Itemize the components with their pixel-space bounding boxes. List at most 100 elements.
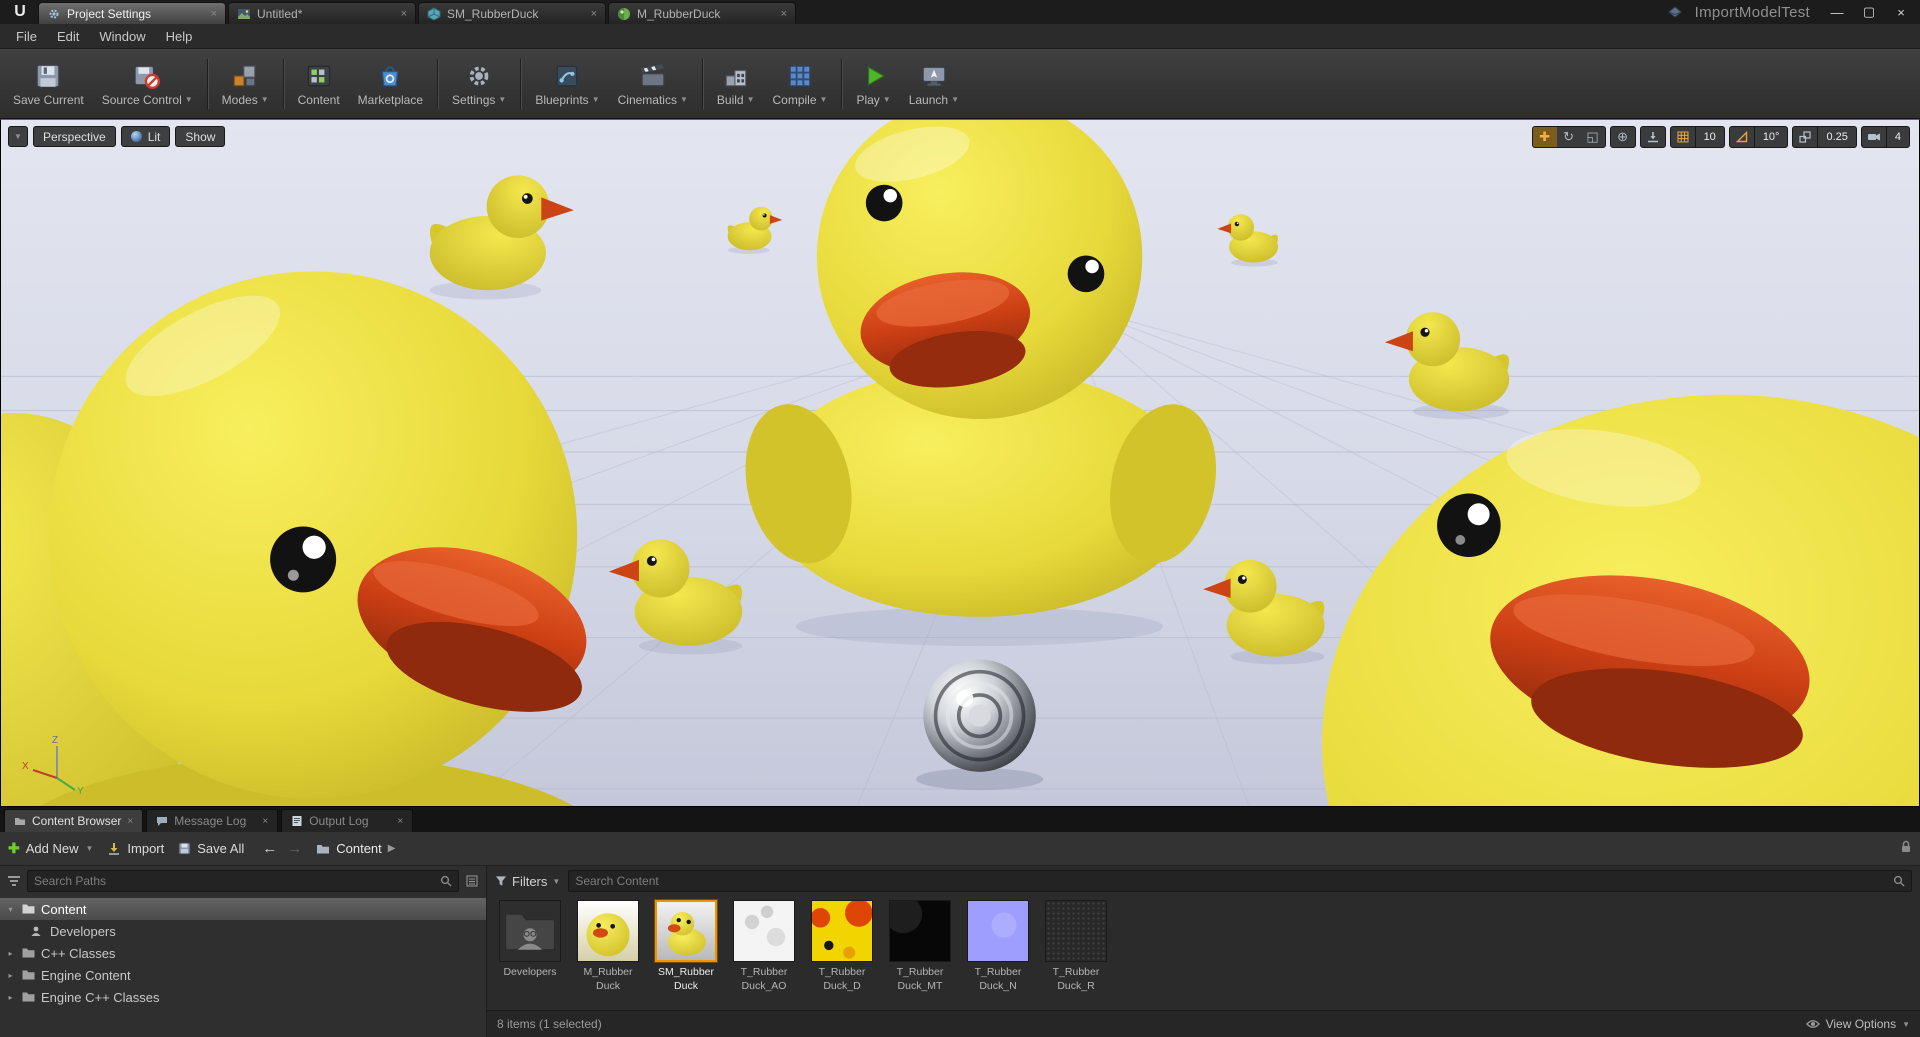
- chevron-down-icon[interactable]: ▼: [261, 95, 269, 104]
- chevron-down-icon[interactable]: ▼: [185, 95, 193, 104]
- chevron-down-icon[interactable]: ▼: [747, 95, 755, 104]
- asset-tile-m-rubberduck[interactable]: M_Rubber Duck: [573, 900, 643, 993]
- tree-item-cpp-classes[interactable]: ▸ C++ Classes: [0, 942, 486, 964]
- build-button[interactable]: Build▼: [708, 58, 764, 110]
- save-current-button[interactable]: Save Current: [4, 58, 93, 110]
- chevron-right-icon[interactable]: ▶: [388, 843, 396, 854]
- menu-help[interactable]: Help: [156, 26, 203, 47]
- source-control-button[interactable]: Source Control▼: [93, 58, 202, 110]
- chevron-down-icon[interactable]: ▼: [820, 95, 828, 104]
- restore-button[interactable]: ▢: [1854, 2, 1884, 22]
- modes-icon: [230, 61, 260, 91]
- tab-content-browser[interactable]: Content Browser ×: [4, 809, 143, 832]
- viewport-options-button[interactable]: ▼: [8, 126, 28, 147]
- layout-icon[interactable]: [1667, 4, 1683, 20]
- chevron-down-icon[interactable]: ▼: [883, 95, 891, 104]
- scale-tool-button[interactable]: ◱: [1581, 127, 1605, 147]
- close-icon[interactable]: ×: [401, 8, 407, 20]
- toolbar-separator: [207, 59, 208, 109]
- chevron-down-icon[interactable]: ▼: [680, 95, 688, 104]
- scale-snap-value[interactable]: 0.25: [1817, 127, 1855, 147]
- launch-button[interactable]: Launch▼: [900, 58, 968, 110]
- settings-button[interactable]: Settings▼: [443, 58, 515, 110]
- close-icon[interactable]: ×: [781, 8, 787, 20]
- world-coordinate-button[interactable]: ⊕: [1611, 127, 1635, 147]
- asset-tile-t-rubberduck-mt[interactable]: T_Rubber Duck_MT: [885, 900, 955, 993]
- show-button[interactable]: Show: [175, 126, 225, 147]
- grid-snap-value[interactable]: 10: [1695, 127, 1724, 147]
- marketplace-icon: [375, 61, 405, 91]
- asset-tile-t-rubberduck-ao[interactable]: T_Rubber Duck_AO: [729, 900, 799, 993]
- lit-mode-button[interactable]: Lit: [121, 126, 171, 147]
- cinematics-button[interactable]: Cinematics▼: [609, 58, 697, 110]
- search-content-input[interactable]: [575, 874, 1889, 888]
- close-icon[interactable]: ×: [262, 816, 268, 827]
- expander-icon[interactable]: ▸: [5, 971, 16, 980]
- import-button[interactable]: Import: [107, 841, 164, 856]
- tree-item-content[interactable]: ▾ Content: [0, 898, 486, 920]
- tree-item-engine-cpp-classes[interactable]: ▸ Engine C++ Classes: [0, 986, 486, 1008]
- camera-speed-value[interactable]: 4: [1886, 127, 1909, 147]
- chevron-down-icon[interactable]: ▼: [592, 95, 600, 104]
- perspective-button[interactable]: Perspective: [33, 126, 116, 147]
- tab-m-rubberduck[interactable]: M_RubberDuck ×: [608, 2, 796, 24]
- search-paths-input[interactable]: [34, 874, 436, 888]
- tree-item-developers[interactable]: Developers: [0, 920, 486, 942]
- close-icon[interactable]: ×: [397, 816, 403, 827]
- viewport-3d-scene[interactable]: [1, 120, 1919, 806]
- close-icon[interactable]: ×: [211, 8, 217, 20]
- button-label: Save Current: [13, 93, 84, 107]
- lit-sphere-icon: [131, 131, 142, 142]
- asset-tile-developers[interactable]: Developers: [495, 900, 565, 980]
- add-new-button[interactable]: ✚ Add New ▼: [8, 840, 93, 857]
- tab-output-log[interactable]: Output Log ×: [281, 809, 413, 832]
- view-options-button[interactable]: View Options ▼: [1806, 1017, 1910, 1031]
- chevron-down-icon[interactable]: ▼: [498, 95, 506, 104]
- asset-tile-t-rubberduck-d[interactable]: T_Rubber Duck_D: [807, 900, 877, 993]
- asset-tile-sm-rubberduck[interactable]: SM_Rubber Duck: [651, 900, 721, 993]
- rotation-snap-value[interactable]: 10°: [1754, 127, 1788, 147]
- modes-button[interactable]: Modes▼: [213, 58, 278, 110]
- filter-lines-icon[interactable]: [6, 873, 22, 889]
- sources-toggle-icon[interactable]: [464, 873, 480, 889]
- translate-tool-button[interactable]: ✚: [1533, 127, 1557, 147]
- play-button[interactable]: Play▼: [847, 58, 899, 110]
- surface-snap-button[interactable]: [1641, 127, 1665, 147]
- tab-project-settings[interactable]: Project Settings ×: [38, 2, 226, 24]
- expander-icon[interactable]: ▸: [5, 993, 16, 1002]
- grid-snap-button[interactable]: [1671, 127, 1695, 147]
- menu-window[interactable]: Window: [89, 26, 155, 47]
- compile-button[interactable]: Compile▼: [764, 58, 837, 110]
- back-arrow-button[interactable]: ←: [262, 840, 277, 857]
- marketplace-button[interactable]: Marketplace: [349, 58, 432, 110]
- forward-arrow-button[interactable]: →: [287, 840, 302, 857]
- menu-edit[interactable]: Edit: [47, 26, 89, 47]
- expander-icon[interactable]: ▸: [5, 949, 16, 958]
- asset-tile-t-rubberduck-r[interactable]: T_Rubber Duck_R: [1041, 900, 1111, 993]
- expander-icon[interactable]: ▾: [5, 905, 16, 914]
- tab-sm-rubberduck[interactable]: SM_RubberDuck ×: [418, 2, 606, 24]
- tab-message-log[interactable]: Message Log ×: [146, 809, 278, 832]
- chevron-down-icon[interactable]: ▼: [951, 95, 959, 104]
- close-button[interactable]: ×: [1886, 2, 1916, 22]
- search-content-box[interactable]: [568, 870, 1912, 892]
- scale-snap-button[interactable]: [1793, 127, 1817, 147]
- tab-level-untitled[interactable]: Untitled* ×: [228, 2, 416, 24]
- path-breadcrumb[interactable]: Content ▶: [316, 841, 395, 856]
- camera-speed-button[interactable]: [1862, 127, 1886, 147]
- save-all-button[interactable]: Save All: [178, 841, 244, 856]
- content-button[interactable]: Content: [289, 58, 349, 110]
- close-icon[interactable]: ×: [127, 816, 133, 827]
- tree-item-engine-content[interactable]: ▸ Engine Content: [0, 964, 486, 986]
- blueprints-button[interactable]: Blueprints▼: [526, 58, 608, 110]
- lock-button[interactable]: [1900, 840, 1912, 858]
- rotate-tool-button[interactable]: ↻: [1557, 127, 1581, 147]
- level-viewport[interactable]: ▼ Perspective Lit Show ✚ ↻ ◱ ⊕ 10: [0, 119, 1920, 807]
- minimize-button[interactable]: —: [1822, 2, 1852, 22]
- filters-button[interactable]: Filters ▼: [495, 874, 560, 889]
- rotation-snap-button[interactable]: [1730, 127, 1754, 147]
- asset-tile-t-rubberduck-n[interactable]: T_Rubber Duck_N: [963, 900, 1033, 993]
- search-paths-box[interactable]: [27, 870, 459, 892]
- menu-file[interactable]: File: [6, 26, 47, 47]
- close-icon[interactable]: ×: [591, 8, 597, 20]
